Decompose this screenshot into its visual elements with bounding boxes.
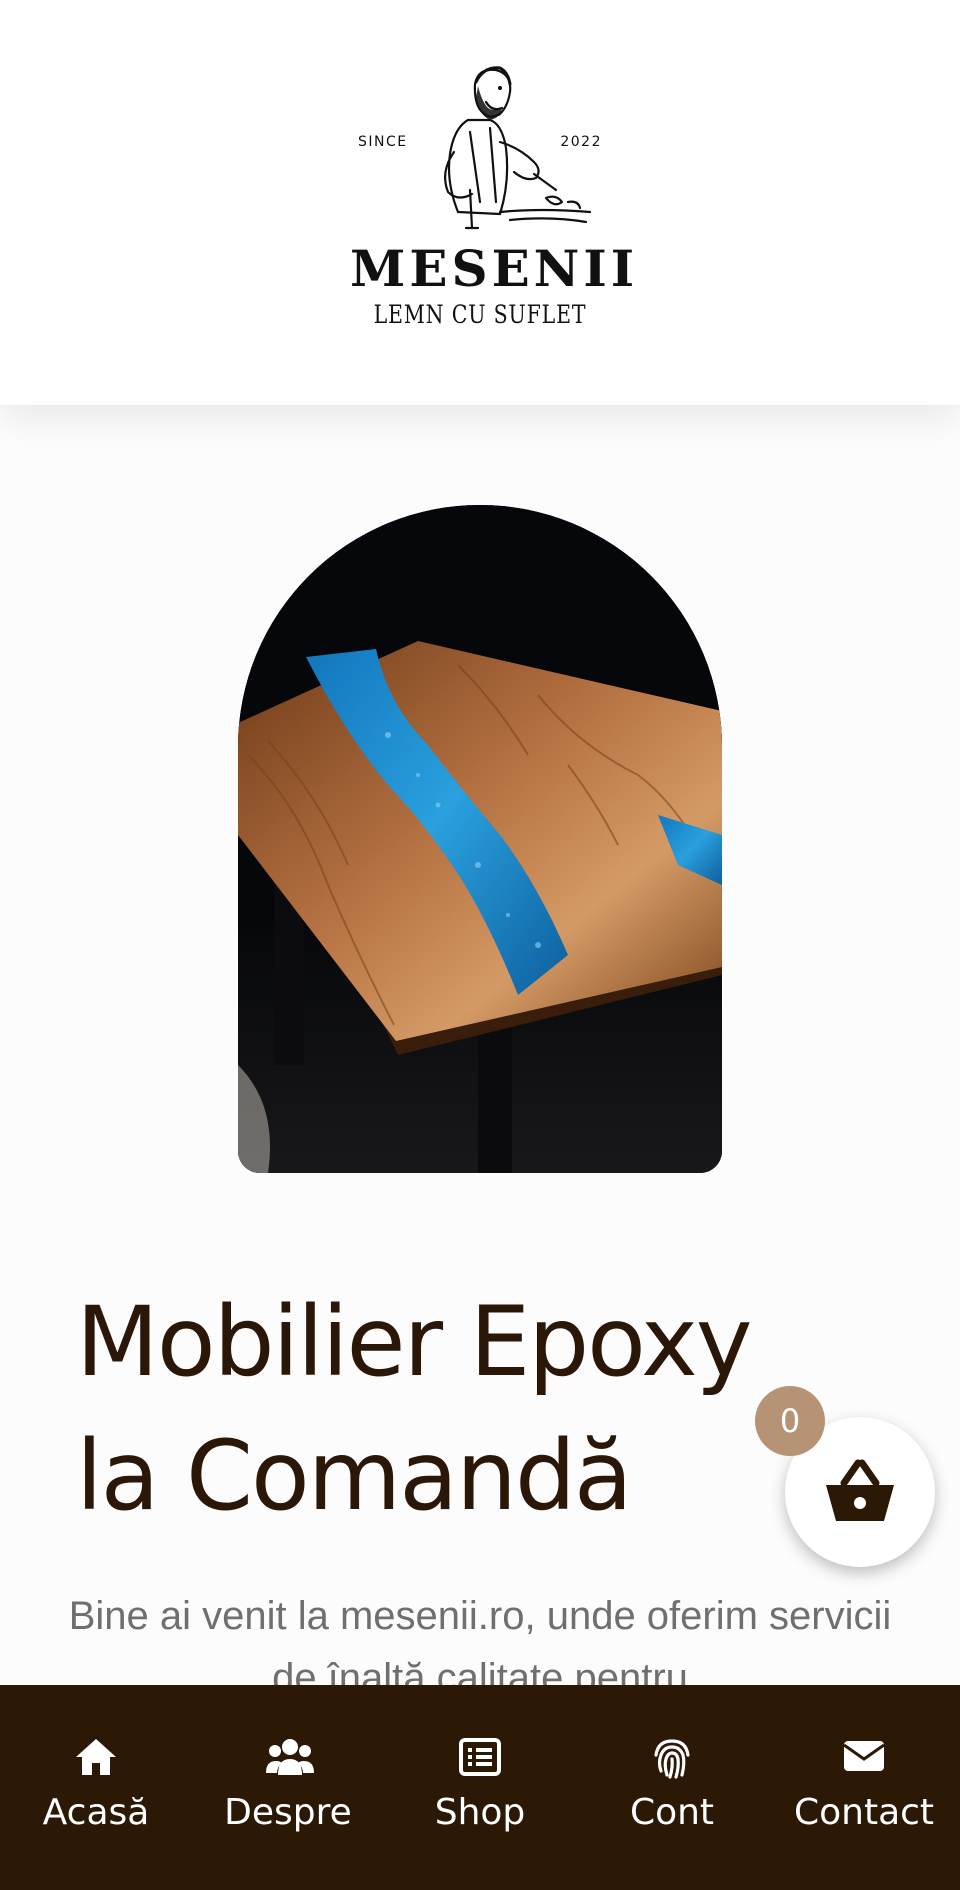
nav-item-about[interactable]: Despre: [192, 1685, 384, 1890]
users-icon: [266, 1739, 314, 1775]
page-title: Mobilier Epoxy la Comandă: [76, 1286, 753, 1532]
home-icon: [76, 1739, 116, 1775]
epoxy-table-photo: [238, 505, 722, 1173]
nav-label-about: Despre: [224, 1792, 352, 1833]
bottom-navigation: Acasă Despre Shop Cont Contact: [0, 1685, 960, 1890]
nav-label-contact: Contact: [793, 1792, 935, 1833]
nav-item-account[interactable]: Cont: [576, 1685, 768, 1890]
hero-image: [238, 505, 722, 1173]
nav-item-home[interactable]: Acasă: [0, 1685, 192, 1890]
brand-name: MESENII: [350, 239, 639, 298]
nav-item-shop[interactable]: Shop: [384, 1685, 576, 1890]
site-header: SINCE 2022 MESENII LEMN CU SUFLET: [0, 0, 960, 405]
basket-icon: [826, 1459, 894, 1521]
site-logo[interactable]: SINCE 2022 MESENII LEMN CU SUFLET: [350, 62, 639, 340]
list-icon: [459, 1738, 501, 1776]
nav-label-account: Cont: [629, 1792, 715, 1833]
fingerprint-icon: [654, 1739, 690, 1779]
brand-tagline: LEMN CU SUFLET: [373, 300, 587, 329]
logo-since-text: SINCE: [358, 134, 408, 150]
nav-label-shop: Shop: [434, 1792, 526, 1833]
cart-count-badge: 0: [755, 1386, 825, 1456]
envelope-icon: [843, 1741, 885, 1771]
nav-item-contact[interactable]: Contact: [768, 1685, 960, 1890]
logo-year-text: 2022: [560, 134, 602, 150]
nav-label-home: Acasă: [42, 1792, 150, 1833]
craftsman-illustration: [443, 66, 592, 230]
